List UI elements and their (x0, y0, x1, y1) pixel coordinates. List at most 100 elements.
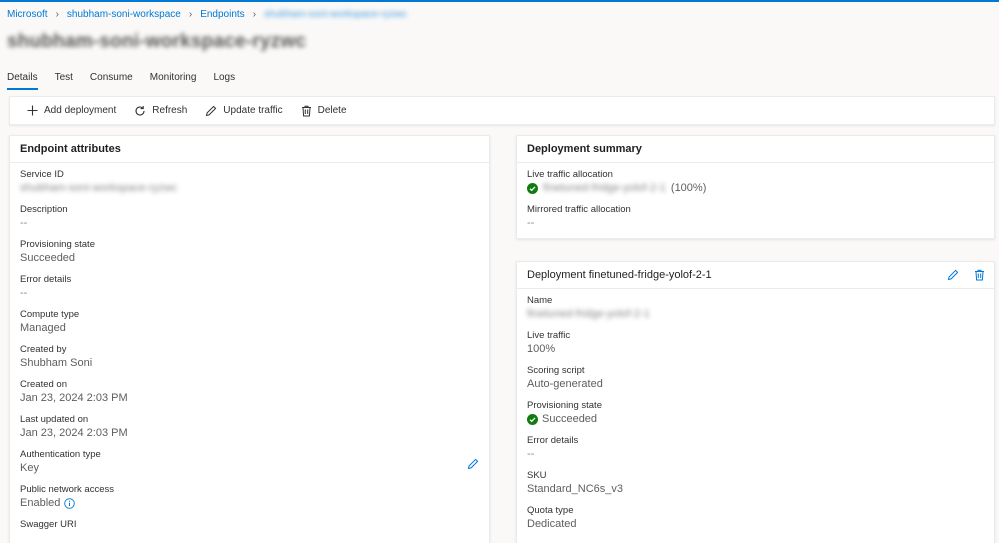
card-title: Endpoint attributes (10, 136, 489, 163)
created-on-field: Created on Jan 23, 2024 2:03 PM (20, 379, 479, 405)
error-details-field: Error details -- (20, 274, 479, 300)
success-check-icon (527, 414, 538, 425)
live-traffic-field: Live traffic 100% (527, 330, 984, 356)
tab-details[interactable]: Details (7, 72, 38, 90)
field-label: Swagger URI (20, 519, 77, 530)
field-label: Last updated on (20, 414, 89, 425)
provisioning-state-value: Succeeded (20, 252, 76, 264)
field-label: Created on (20, 379, 68, 390)
field-label: Provisioning state (527, 400, 602, 411)
tab-test[interactable]: Test (55, 72, 73, 90)
last-updated-value: Jan 23, 2024 2:03 PM (20, 427, 128, 439)
field-label: Mirrored traffic allocation (527, 204, 631, 215)
live-traffic-allocation-field: Live traffic allocation finetuned-fridge… (527, 169, 984, 195)
tab-consume[interactable]: Consume (90, 72, 133, 90)
info-icon[interactable] (64, 498, 76, 509)
quota-type-field: Quota type Dedicated (527, 505, 984, 531)
pencil-icon (206, 105, 217, 116)
add-deployment-button[interactable]: Add deployment (27, 105, 116, 116)
quota-type-value: Dedicated (527, 518, 577, 530)
chevron-right-icon: › (188, 8, 193, 20)
field-label: Error details (20, 274, 72, 285)
authentication-type-field: Authentication type Key (20, 449, 479, 475)
top-accent-line (0, 0, 999, 2)
live-deployment-name[interactable]: finetuned-fridge-yolof-2-1 (543, 182, 666, 195)
delete-label: Delete (317, 105, 347, 116)
provisioning-state-field: Provisioning state Succeeded (20, 239, 479, 265)
service-id-value: shubham-soni-workspace-ryzwc (20, 182, 178, 194)
sku-field: SKU Standard_NC6s_v3 (527, 470, 984, 496)
deployment-provisioning-value: Succeeded (542, 413, 598, 425)
page-title: shubham-soni-workspace-ryzwc (7, 31, 307, 52)
breadcrumb-microsoft[interactable]: Microsoft (7, 9, 48, 20)
card-title: Deployment summary (517, 136, 994, 163)
success-check-icon (527, 183, 538, 194)
field-label: Public network access (20, 484, 114, 495)
field-label: Service ID (20, 169, 64, 180)
deployment-provisioning-row: Succeeded (527, 413, 984, 426)
deployment-error-value: -- (527, 448, 535, 460)
field-label: Scoring script (527, 365, 585, 376)
created-on-value: Jan 23, 2024 2:03 PM (20, 392, 128, 404)
refresh-label: Refresh (152, 105, 188, 116)
field-label: Provisioning state (20, 239, 95, 250)
tab-bar: Details Test Consume Monitoring Logs (7, 72, 252, 90)
description-value: -- (20, 217, 28, 229)
field-label: Live traffic allocation (527, 169, 613, 180)
description-field: Description -- (20, 204, 479, 230)
field-label: Authentication type (20, 449, 101, 460)
card-title: Deployment finetuned-fridge-yolof-2-1 (527, 269, 712, 281)
field-label: Name (527, 295, 553, 306)
deployment-summary-card: Deployment summary Live traffic allocati… (516, 135, 995, 239)
edit-pencil-icon[interactable] (947, 269, 959, 281)
scoring-script-field: Scoring script Auto-generated (527, 365, 984, 391)
tab-logs[interactable]: Logs (213, 72, 235, 90)
add-deployment-label: Add deployment (44, 105, 117, 116)
deployment-error-field: Error details -- (527, 435, 984, 461)
edit-auth-pencil-icon[interactable] (467, 458, 479, 470)
update-traffic-button[interactable]: Update traffic (205, 105, 283, 117)
compute-type-field: Compute type Managed (20, 309, 479, 335)
delete-trash-icon[interactable] (974, 269, 985, 281)
mirrored-traffic-field: Mirrored traffic allocation -- (527, 204, 984, 230)
scoring-script-value: Auto-generated (527, 378, 603, 390)
live-traffic-percent: (100%) (670, 182, 707, 194)
breadcrumb-endpoint[interactable]: shubham-soni-workspace-ryzwc (264, 9, 407, 20)
live-traffic-value: 100% (527, 343, 556, 355)
chevron-right-icon: › (252, 8, 257, 20)
field-label: Description (20, 204, 68, 215)
plus-icon (27, 105, 38, 116)
authentication-type-value: Key (20, 462, 39, 474)
trash-icon (301, 105, 311, 116)
endpoint-attributes-card: Endpoint attributes Service ID shubham-s… (9, 135, 490, 543)
delete-button[interactable]: Delete (301, 105, 347, 117)
field-label: Compute type (20, 309, 80, 320)
created-by-field: Created by Shubham Soni (20, 344, 479, 370)
tab-monitoring[interactable]: Monitoring (150, 72, 197, 90)
sku-value: Standard_NC6s_v3 (527, 483, 624, 495)
public-network-access-field: Public network access Enabled (20, 484, 479, 510)
card-header: Deployment finetuned-fridge-yolof-2-1 (517, 262, 994, 289)
update-traffic-label: Update traffic (223, 105, 283, 116)
live-traffic-row: finetuned-fridge-yolof-2-1 (100%) (527, 182, 984, 195)
error-details-value: -- (20, 287, 28, 299)
breadcrumb-endpoints[interactable]: Endpoints (200, 9, 244, 20)
refresh-icon (135, 105, 145, 116)
field-label: Created by (20, 344, 67, 355)
breadcrumb-workspace[interactable]: shubham-soni-workspace (67, 9, 181, 20)
mirrored-traffic-value: -- (527, 217, 535, 229)
command-toolbar: Add deployment Refresh Update traffic De… (9, 96, 995, 125)
deployment-name-value: finetuned-fridge-yolof-2-1 (527, 308, 650, 320)
deployment-name-field: Name finetuned-fridge-yolof-2-1 (527, 295, 984, 321)
refresh-button[interactable]: Refresh (134, 105, 187, 117)
public-network-access-value: Enabled (20, 497, 61, 509)
last-updated-field: Last updated on Jan 23, 2024 2:03 PM (20, 414, 479, 440)
deployment-detail-card: Deployment finetuned-fridge-yolof-2-1 Na… (516, 261, 995, 543)
breadcrumb: Microsoft › shubham-soni-workspace › End… (7, 7, 407, 21)
field-label: Quota type (527, 505, 574, 516)
field-label: SKU (527, 470, 547, 481)
deployment-provisioning-field: Provisioning state Succeeded (527, 400, 984, 426)
field-label: Live traffic (527, 330, 571, 341)
compute-type-value: Managed (20, 322, 66, 334)
swagger-uri-field: Swagger URI (20, 519, 479, 530)
